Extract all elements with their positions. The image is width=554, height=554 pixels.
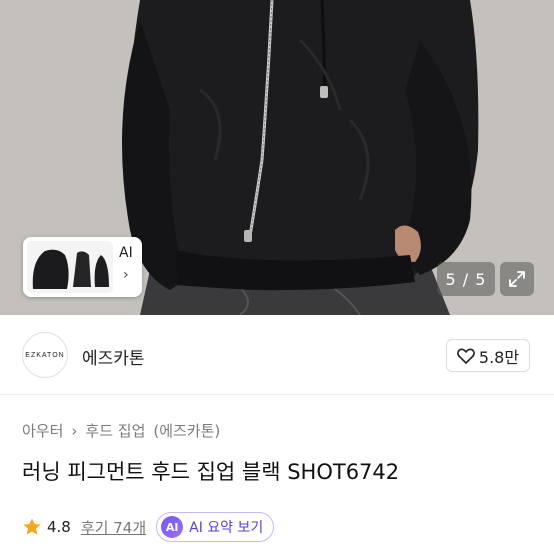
expand-icon [509,271,525,287]
heart-icon [457,348,475,364]
ai-summary-label: AI 요약 보기 [189,520,264,536]
reviews-link[interactable]: 후기 74개 [81,517,146,538]
ai-thumbnail-strip[interactable]: AI › [23,237,142,297]
ai-badge-icon: AI [161,516,184,538]
breadcrumb-item-brand[interactable]: (에즈카톤) [153,420,220,441]
rating-row: 4.8 후기 74개 AI AI 요약 보기 [22,512,275,542]
star-icon [23,518,41,535]
expand-button[interactable] [500,262,534,296]
like-button[interactable]: 5.8만 [446,339,530,372]
breadcrumb-separator-icon: › [71,421,78,440]
store-logo-text: EZKATON [25,351,65,359]
breadcrumb-item-outer[interactable]: 아우터 [22,420,63,441]
thumb-strip-ai-label: AI [119,245,133,261]
chevron-right-icon: › [123,267,129,283]
image-counter: 5 / 5 [437,262,495,296]
product-title: 러닝 피그먼트 후드 집업 블랙 SHOT6742 [22,460,400,484]
rating-score: 4.8 [47,518,71,536]
store-name[interactable]: 에즈카톤 [82,344,145,369]
breadcrumb-item-hood-zip[interactable]: 후드 집업 [85,420,145,441]
ai-summary-button[interactable]: AI AI 요약 보기 [156,512,275,542]
breadcrumb: 아우터 › 후드 집업 (에즈카톤) [22,420,220,441]
thumbnail-images [27,241,113,293]
store-logo[interactable]: EZKATON [22,332,68,378]
like-count: 5.8만 [478,347,520,367]
store-row[interactable]: EZKATON 에즈카톤 5.8만 [0,315,554,395]
